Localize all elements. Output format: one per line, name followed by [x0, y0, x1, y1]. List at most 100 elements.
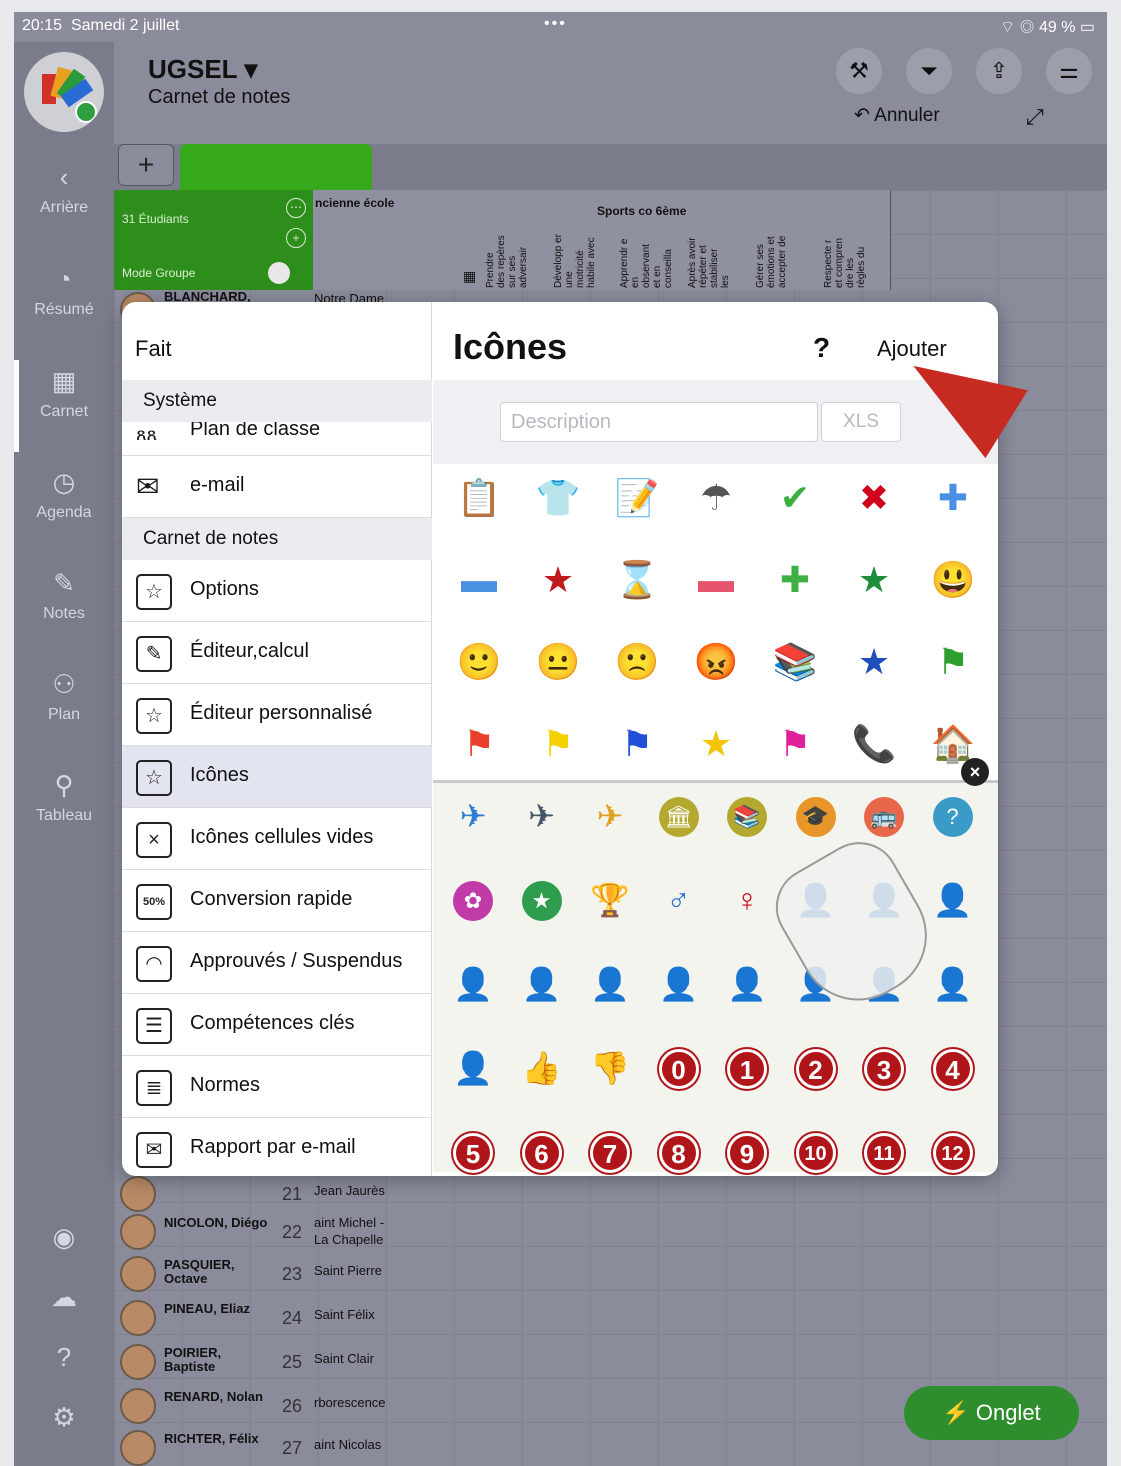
competence-header[interactable]: Apprendr e en observant et en conseilla	[619, 234, 674, 288]
library-icon[interactable]: 👤	[443, 1037, 503, 1097]
menu-item[interactable]: ≣ Normes	[122, 1056, 432, 1118]
sidebar-item-board[interactable]: ⚲ Tableau	[14, 770, 114, 825]
menu-item[interactable]: ☆ Éditeur personnalisé	[122, 684, 432, 746]
undo-button[interactable]: ↶ Annuler	[854, 104, 940, 127]
library-icon[interactable]: 2	[786, 1037, 846, 1097]
library-icon[interactable]: 👤	[923, 869, 983, 929]
library-icon[interactable]: 👤	[512, 953, 572, 1013]
icon-option[interactable]: 🙁	[607, 632, 667, 692]
competence-header[interactable]: Après avoir répéter et stabiliser les	[687, 234, 731, 288]
library-icon[interactable]: 🏆	[580, 869, 640, 929]
library-icon[interactable]: 7	[580, 1121, 640, 1176]
library-icon[interactable]: ♂	[649, 869, 709, 929]
toggles-button[interactable]: ⚌	[1046, 48, 1092, 94]
icon-option[interactable]: 😡	[686, 632, 746, 692]
icon-option[interactable]: ⚑	[607, 714, 667, 774]
library-icon[interactable]: ✈	[512, 785, 572, 845]
icon-option[interactable]: ✚	[923, 468, 983, 528]
icon-option[interactable]: 📞	[844, 714, 904, 774]
library-icon[interactable]: ?	[923, 785, 983, 845]
library-icon[interactable]: 10	[786, 1121, 846, 1176]
library-icon[interactable]: 1	[717, 1037, 777, 1097]
library-icon[interactable]: 👎	[580, 1037, 640, 1097]
menu-item[interactable]: × Icônes cellules vides	[122, 808, 432, 870]
library-icon[interactable]: 3	[854, 1037, 914, 1097]
tab-fab-button[interactable]: ⚡ Onglet	[904, 1386, 1079, 1440]
menu-item[interactable]: 50% Conversion rapide	[122, 870, 432, 932]
description-input[interactable]: Description	[500, 402, 818, 442]
tools-button[interactable]: ⚒	[836, 48, 882, 94]
library-icon[interactable]: ♀	[717, 869, 777, 929]
library-icon[interactable]: 🎓	[786, 785, 846, 845]
menu-item[interactable]: ☰ Compétences clés	[122, 994, 432, 1056]
library-icon[interactable]: 8	[649, 1121, 709, 1176]
library-icon[interactable]: 👤	[580, 953, 640, 1013]
icon-option[interactable]: 📚	[765, 632, 825, 692]
settings-button[interactable]: ⚙	[14, 1402, 114, 1439]
cloud-upload-button[interactable]: ☁	[14, 1282, 114, 1319]
icon-option[interactable]: 🙂	[449, 632, 509, 692]
table-row[interactable]: NICOLON, Diégo 22 aint Michel - La Chape…	[114, 1208, 1107, 1252]
done-button[interactable]: Fait	[135, 336, 172, 362]
icon-option[interactable]: ★	[686, 714, 746, 774]
library-icon[interactable]: 🚌	[854, 785, 914, 845]
sync-check-button[interactable]: ◉	[14, 1222, 114, 1259]
group-mode-toggle[interactable]	[268, 262, 290, 284]
add-tab-button[interactable]: +	[118, 144, 174, 186]
icon-option[interactable]: 👕	[528, 468, 588, 528]
share-button[interactable]: ⇪	[976, 48, 1022, 94]
competence-header[interactable]: Respecte r et compren dre les règles du	[823, 234, 867, 288]
library-icon[interactable]: 👤	[443, 953, 503, 1013]
icon-option[interactable]: ✖	[844, 468, 904, 528]
add-student-button[interactable]: +	[286, 228, 306, 248]
icon-option[interactable]: ⚑	[923, 632, 983, 692]
library-icon[interactable]: ✈	[443, 785, 503, 845]
icon-option[interactable]: ★	[844, 550, 904, 610]
active-tab[interactable]	[180, 144, 372, 190]
icon-option[interactable]: ★	[528, 550, 588, 610]
more-button[interactable]: ⋯	[286, 198, 306, 218]
library-icon[interactable]: ✿	[443, 869, 503, 929]
menu-item[interactable]: ☆ Icônes	[122, 746, 432, 808]
icon-option[interactable]: 📝	[607, 468, 667, 528]
icon-option[interactable]: ⚑	[765, 714, 825, 774]
library-icon[interactable]: 9	[717, 1121, 777, 1176]
sidebar-item-back[interactable]: ‹ Arrière	[14, 162, 114, 217]
competence-header[interactable]: Prendre des repères sur ses adversair	[485, 234, 529, 288]
library-icon[interactable]: 12	[923, 1121, 983, 1176]
library-icon[interactable]: 0	[649, 1037, 709, 1097]
icon-option[interactable]: ⌛	[607, 550, 667, 610]
library-icon[interactable]: ✈	[580, 785, 640, 845]
icon-option[interactable]: ★	[844, 632, 904, 692]
sidebar-item-summary[interactable]: ◔ Résumé	[14, 264, 114, 319]
library-icon[interactable]: 6	[512, 1121, 572, 1176]
filter-button[interactable]: ⏷	[906, 48, 952, 94]
library-icon[interactable]: 👤	[923, 953, 983, 1013]
table-row[interactable]: PINEAU, Eliaz 24 Saint Félix	[114, 1294, 1107, 1338]
icon-option[interactable]: 📋	[449, 468, 509, 528]
menu-item[interactable]: ✎ Éditeur,calcul	[122, 622, 432, 684]
library-icon[interactable]: 11	[854, 1121, 914, 1176]
xls-button[interactable]: XLS	[821, 402, 901, 442]
icon-option[interactable]: ⚑	[528, 714, 588, 774]
library-icon[interactable]: 📚	[717, 785, 777, 845]
help-button[interactable]: ?	[813, 332, 830, 364]
competence-header[interactable]: Développ er une motricité habile avec	[553, 234, 597, 288]
icon-option[interactable]: ☂	[686, 468, 746, 528]
icon-option[interactable]: ⚑	[449, 714, 509, 774]
menu-item-email[interactable]: ✉ e-mail	[122, 456, 432, 518]
class-selector[interactable]: UGSEL ▾	[148, 54, 257, 85]
icon-option[interactable]: ✔	[765, 468, 825, 528]
icon-option[interactable]: ✚	[765, 550, 825, 610]
close-icon[interactable]: ×	[961, 758, 989, 786]
library-icon[interactable]: 👍	[512, 1037, 572, 1097]
library-icon[interactable]: 4	[923, 1037, 983, 1097]
sidebar-item-notebook[interactable]: ▦ Carnet	[14, 366, 114, 421]
sidebar-item-notes[interactable]: ✎ Notes	[14, 568, 114, 623]
expand-button[interactable]: ⤢	[1026, 104, 1044, 130]
sidebar-item-agenda[interactable]: ◷ Agenda	[14, 467, 114, 522]
menu-item[interactable]: ✉ Rapport par e-mail	[122, 1118, 432, 1176]
icon-option[interactable]: 😃	[923, 550, 983, 610]
help-button[interactable]: ?	[14, 1342, 114, 1379]
table-row[interactable]: PASQUIER, Octave 23 Saint Pierre	[114, 1250, 1107, 1294]
